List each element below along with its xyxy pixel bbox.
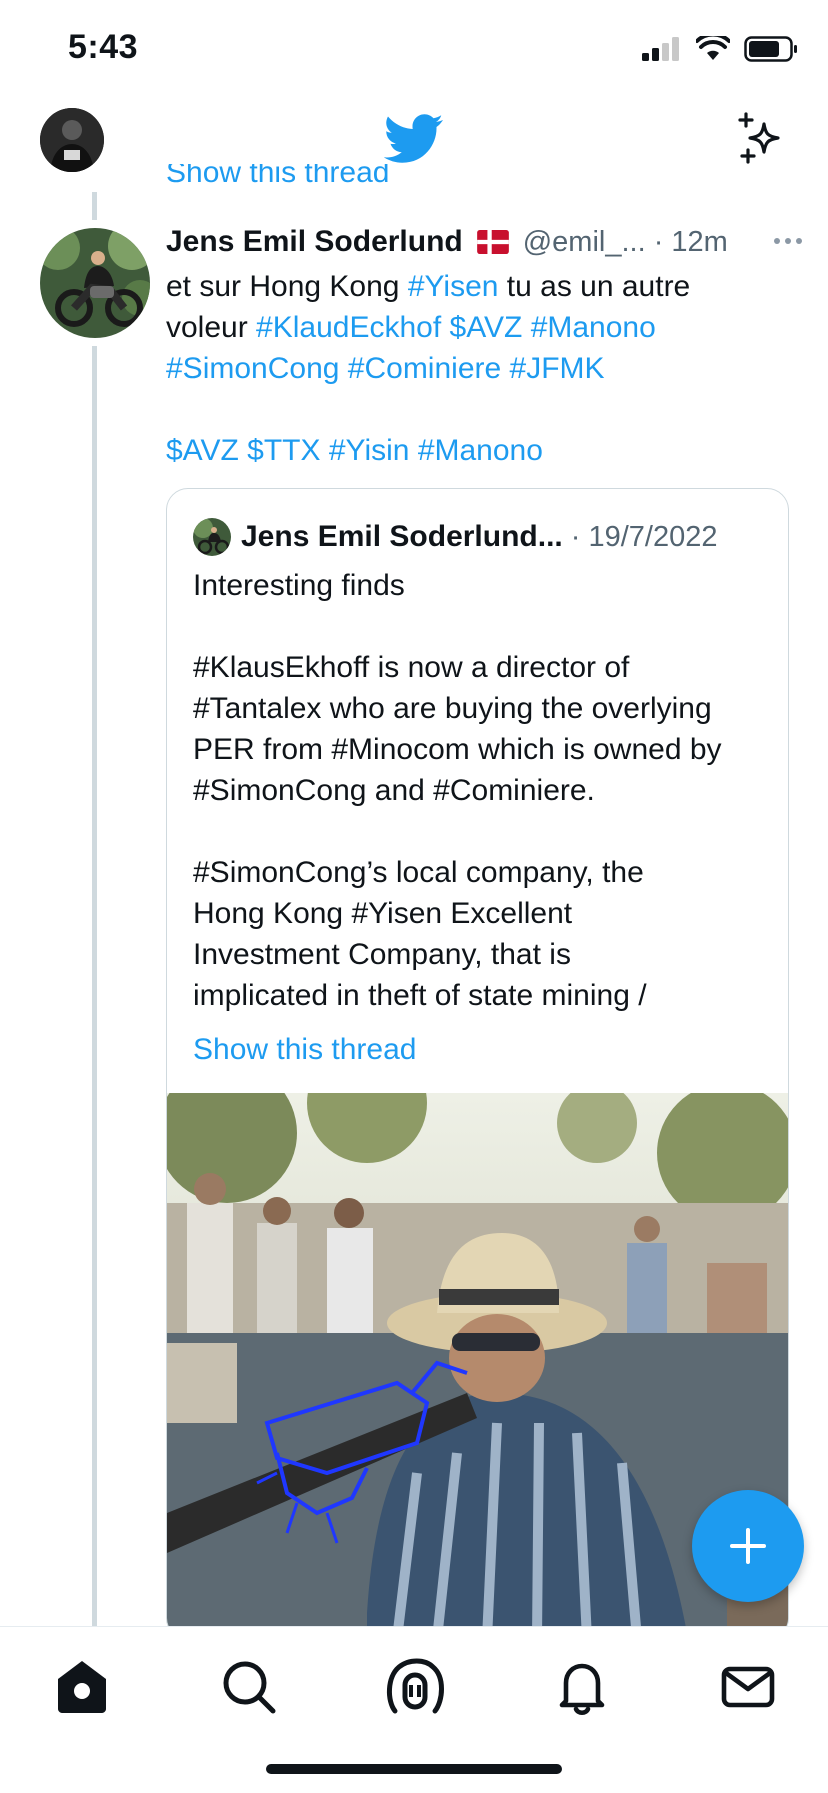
tweet-text-segment xyxy=(501,352,509,385)
hashtag-link[interactable]: #Cominiere xyxy=(348,352,501,385)
tweet-header: Jens Emil Soderlund @emil_... · 12m xyxy=(166,222,806,262)
hashtag-link[interactable]: #Manono xyxy=(531,311,656,344)
quoted-text-line: #SimonCong and #Cominiere. xyxy=(193,774,595,807)
hashtag-link[interactable]: #Manono xyxy=(418,434,543,467)
messages-icon[interactable] xyxy=(718,1657,778,1717)
compose-tweet-button[interactable] xyxy=(692,1490,804,1602)
thread-connector-top xyxy=(92,192,97,220)
hashtag-link[interactable]: $AVZ xyxy=(450,311,523,344)
quoted-show-thread-link[interactable]: Show this thread xyxy=(193,1033,416,1067)
tweet-text-segment xyxy=(321,434,329,467)
hashtag-link[interactable]: #SimonCong xyxy=(166,352,339,385)
tweet-text-line: #SimonCong #Cominiere #JFMK xyxy=(166,348,806,389)
status-bar: 5:43 xyxy=(0,0,828,100)
top-nav-bar xyxy=(0,100,828,180)
thread-connector xyxy=(92,346,97,1626)
quoted-tweet-card[interactable]: Jens Emil Soderlund... · 19/7/2022 Inter… xyxy=(166,488,789,1640)
quoted-text-line: Hong Kong #Yisen Excellent xyxy=(193,897,573,930)
hashtag-link[interactable]: #KlaudEckhof xyxy=(256,311,441,344)
profile-avatar[interactable] xyxy=(40,108,104,172)
tweet-text-segment: et sur Hong Kong xyxy=(166,270,408,303)
quoted-tweet-header: Jens Emil Soderlund... · 19/7/2022 xyxy=(193,517,717,557)
quoted-author-avatar xyxy=(193,518,231,556)
notifications-icon[interactable] xyxy=(552,1657,612,1717)
quoted-text-blank-line xyxy=(193,606,773,647)
spaces-icon[interactable] xyxy=(385,1657,445,1717)
quoted-author-name: Jens Emil Soderlund... xyxy=(241,520,563,553)
quoted-text-line: #Tantalex who are buying the overlying xyxy=(193,692,712,725)
hashtag-link[interactable]: #Yisen xyxy=(408,270,499,303)
author-name[interactable]: Jens Emil Soderlund xyxy=(166,225,463,259)
quoted-text-line: #KlausEkhoff is now a director of xyxy=(193,651,630,684)
tweet-text-segment xyxy=(339,352,347,385)
hashtag-link[interactable]: #JFMK xyxy=(510,352,605,385)
cellular-signal-icon xyxy=(642,37,679,61)
more-options-icon[interactable] xyxy=(770,226,806,256)
tweet-text-segment xyxy=(441,311,449,344)
handle-and-time: @emil_... · 12m xyxy=(522,225,728,258)
tweet-text: et sur Hong Kong #Yisen tu as un autre vo… xyxy=(166,266,806,471)
sparkle-icon[interactable] xyxy=(736,112,788,164)
denmark-flag-icon xyxy=(476,230,509,254)
status-time: 5:43 xyxy=(68,28,139,66)
tweet-text-line: et sur Hong Kong #Yisen tu as un autre xyxy=(166,266,806,307)
quoted-text-line: PER from #Minocom which is owned by xyxy=(193,733,722,766)
tweet-text-segment xyxy=(522,311,530,344)
tweet-text-blank-line xyxy=(166,389,806,430)
hashtag-link[interactable]: $TTX xyxy=(247,434,320,467)
tweet-text-segment xyxy=(409,434,417,467)
quoted-tweet-date: · 19/7/2022 xyxy=(570,520,718,553)
home-indicator xyxy=(266,1764,562,1774)
tweet-text-line: voleur #KlaudEckhof $AVZ #Manono xyxy=(166,307,806,348)
home-icon[interactable] xyxy=(52,1657,112,1717)
quoted-tweet-text: Interesting finds #KlausEkhoff is now a d… xyxy=(193,565,773,1016)
quoted-text-line: Investment Company, that is xyxy=(193,938,571,971)
quoted-text-blank-line xyxy=(193,811,773,852)
battery-icon xyxy=(744,36,797,62)
tweet-text-segment: voleur xyxy=(166,311,257,344)
search-icon[interactable] xyxy=(219,1657,279,1717)
twitter-bird-icon[interactable] xyxy=(384,114,444,164)
hashtag-link[interactable]: $AVZ xyxy=(166,434,239,467)
tweet-text-line: $AVZ $TTX #Yisin #Manono xyxy=(166,430,806,471)
status-icons xyxy=(642,36,798,62)
quoted-text-line: implicated in theft of state mining / xyxy=(193,979,647,1012)
wifi-icon xyxy=(696,36,730,60)
plus-icon xyxy=(730,1528,766,1564)
tweet-text-segment: tu as un autre xyxy=(498,270,691,303)
quoted-text-line: #SimonCong’s local company, the xyxy=(193,856,644,889)
tweet-text-segment xyxy=(239,434,247,467)
hashtag-link[interactable]: #Yisin xyxy=(329,434,410,467)
author-avatar[interactable] xyxy=(40,228,150,338)
quoted-text-line: Interesting finds xyxy=(193,569,405,602)
